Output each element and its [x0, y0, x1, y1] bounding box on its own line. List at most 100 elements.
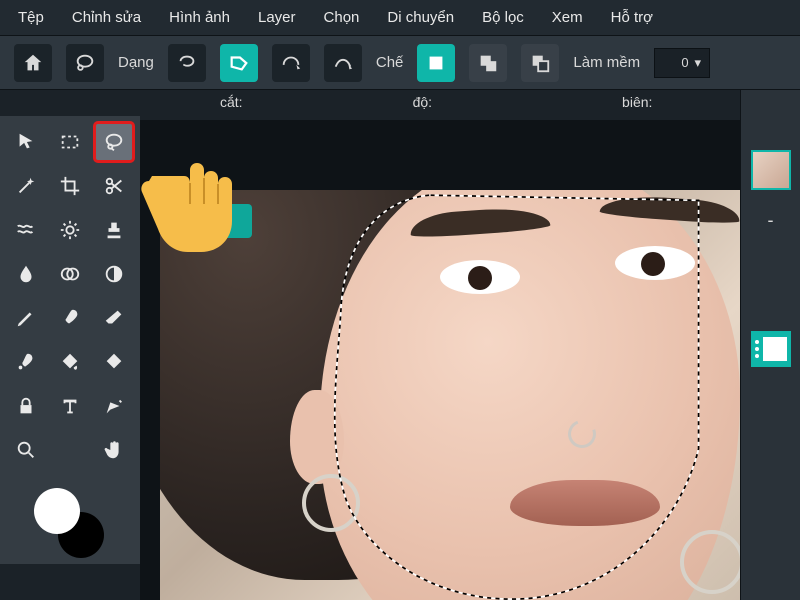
gear-icon — [59, 219, 81, 241]
context-labels: cắt: độ: biên: — [140, 94, 800, 118]
tool-lock[interactable] — [6, 386, 46, 426]
eraser-icon — [103, 307, 125, 329]
tool-liquify[interactable] — [6, 210, 46, 250]
lasso-icon — [103, 131, 125, 153]
image-earring-right — [680, 530, 740, 594]
home-button[interactable] — [14, 44, 52, 82]
layer-preview-icon — [763, 337, 787, 361]
zoom-icon — [15, 439, 37, 461]
drop-icon — [15, 263, 37, 285]
image-eye-right — [615, 246, 695, 280]
square-icon — [425, 52, 447, 74]
marquee-icon — [59, 131, 81, 153]
image-eye-left — [440, 260, 520, 294]
tool-lasso[interactable] — [94, 122, 134, 162]
bucket-icon — [59, 351, 81, 373]
menu-layer[interactable]: Layer — [258, 9, 296, 26]
shape-label: Dạng — [118, 54, 154, 71]
tool-marquee[interactable] — [50, 122, 90, 162]
shape-magnetic-button[interactable] — [272, 44, 310, 82]
tool-panel — [0, 116, 140, 564]
lasso-freehand-icon — [176, 52, 198, 74]
tool-empty — [50, 430, 90, 470]
tool-pencil[interactable] — [6, 298, 46, 338]
menu-file[interactable]: Tệp — [18, 9, 44, 26]
gradient-icon — [103, 351, 125, 373]
image-ear — [290, 390, 344, 484]
menu-image[interactable]: Hình ảnh — [169, 9, 230, 26]
squares-add-icon — [477, 52, 499, 74]
crop-icon — [59, 175, 81, 197]
pencil-icon — [15, 307, 37, 329]
active-layer-chip[interactable] — [751, 331, 791, 367]
tool-blur[interactable] — [6, 254, 46, 294]
menu-help[interactable]: Hỗ trợ — [611, 9, 653, 26]
contrast-icon — [103, 263, 125, 285]
tool-pen[interactable] — [94, 386, 134, 426]
context-do: độ: — [413, 94, 432, 118]
mode-label: Chế — [376, 54, 404, 71]
menu-view[interactable]: Xem — [552, 9, 583, 26]
layer-name: - — [768, 210, 774, 231]
home-icon — [22, 52, 44, 74]
context-cat: cắt: — [220, 94, 243, 118]
layers-panel: - — [740, 90, 800, 600]
polygon-lasso-icon — [228, 52, 250, 74]
magnetic-lasso-icon — [280, 52, 302, 74]
clone-brush-icon — [15, 351, 37, 373]
mode-subtract-button[interactable] — [521, 44, 559, 82]
tool-brush[interactable] — [50, 298, 90, 338]
scissors-icon — [103, 175, 125, 197]
tool-adjust[interactable] — [50, 210, 90, 250]
feather-dropdown-icon: ▾ — [695, 55, 702, 71]
tool-zoom[interactable] — [6, 430, 46, 470]
feather-input[interactable]: 0▾ — [654, 48, 710, 78]
lasso-tool-indicator[interactable] — [66, 44, 104, 82]
shape-polygon-button[interactable] — [220, 44, 258, 82]
context-bien: biên: — [622, 94, 652, 118]
stamp-icon — [103, 219, 125, 241]
color-swatches[interactable] — [34, 488, 104, 558]
tool-crop[interactable] — [50, 166, 90, 206]
menu-move[interactable]: Di chuyển — [387, 9, 454, 26]
tool-wand[interactable] — [6, 166, 46, 206]
tool-dodge[interactable] — [50, 254, 90, 294]
shape-bezier-button[interactable] — [324, 44, 362, 82]
bezier-lasso-icon — [332, 52, 354, 74]
foreground-color-swatch[interactable] — [34, 488, 80, 534]
tool-hand[interactable] — [94, 430, 134, 470]
mode-new-button[interactable] — [417, 44, 455, 82]
tool-contrast[interactable] — [94, 254, 134, 294]
pen-icon — [103, 395, 125, 417]
tool-slice[interactable] — [94, 166, 134, 206]
tool-clone[interactable] — [6, 342, 46, 382]
tool-text[interactable] — [50, 386, 90, 426]
tool-options-bar: Dạng Chế Làm mềm 0▾ — [0, 36, 800, 90]
lock-icon — [15, 395, 37, 417]
wand-icon — [15, 175, 37, 197]
waves-icon — [15, 219, 37, 241]
lasso-icon — [74, 52, 96, 74]
mode-add-button[interactable] — [469, 44, 507, 82]
tool-stamp[interactable] — [94, 210, 134, 250]
tool-arrow[interactable] — [6, 122, 46, 162]
feather-label: Làm mềm — [573, 54, 640, 71]
text-icon — [59, 395, 81, 417]
image-lips — [510, 480, 660, 526]
canvas-area — [140, 120, 740, 600]
shape-freehand-button[interactable] — [168, 44, 206, 82]
squares-subtract-icon — [529, 52, 551, 74]
menu-filter[interactable]: Bộ lọc — [482, 9, 524, 26]
brush-icon — [59, 307, 81, 329]
image-earring-left — [302, 474, 360, 532]
cursor-icon — [15, 131, 37, 153]
tool-fill[interactable] — [50, 342, 90, 382]
menu-select[interactable]: Chọn — [324, 9, 360, 26]
canvas[interactable] — [160, 190, 740, 600]
feather-value: 0 — [681, 55, 688, 70]
menu-edit[interactable]: Chỉnh sửa — [72, 9, 141, 26]
tool-gradient[interactable] — [94, 342, 134, 382]
tool-eraser[interactable] — [94, 298, 134, 338]
layer-thumbnail[interactable] — [751, 150, 791, 190]
hand-icon — [103, 439, 125, 461]
